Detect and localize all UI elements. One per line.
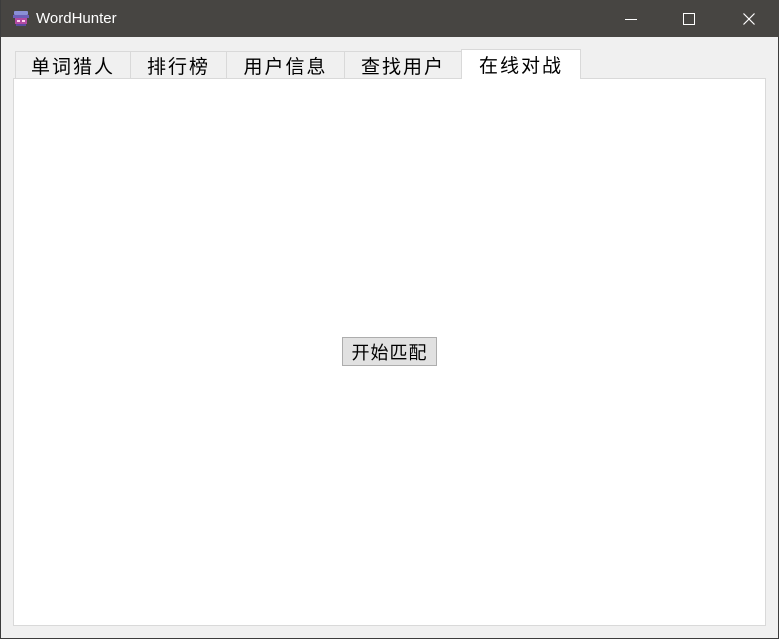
maximize-button[interactable] — [660, 0, 718, 37]
tab-user-info[interactable]: 用户信息 — [226, 51, 345, 78]
tab-online-battle[interactable]: 在线对战 — [461, 49, 581, 79]
tab-label: 查找用户 — [360, 55, 445, 78]
online-battle-panel: 开始匹配 — [13, 78, 766, 626]
tab-word-hunter[interactable]: 单词猎人 — [15, 51, 131, 78]
tab-label: 单词猎人 — [30, 55, 115, 78]
tab-label: 用户信息 — [243, 55, 328, 78]
tab-label: 在线对战 — [478, 55, 563, 77]
minimize-icon — [625, 13, 637, 25]
app-window: WordHunter 单词猎人 排行榜 用户信息 查找用户 在线对战 开始匹配 — [0, 0, 779, 639]
start-match-button[interactable]: 开始匹配 — [342, 337, 437, 366]
title-bar[interactable]: WordHunter — [1, 0, 779, 37]
minimize-button[interactable] — [602, 0, 660, 37]
maximize-icon — [683, 12, 695, 25]
close-icon — [743, 12, 755, 25]
window-title: WordHunter — [36, 10, 117, 27]
close-button[interactable] — [720, 0, 778, 37]
tab-leaderboard[interactable]: 排行榜 — [130, 51, 227, 78]
wordhunter-app-icon — [12, 10, 30, 27]
tab-find-user[interactable]: 查找用户 — [344, 51, 462, 78]
tab-label: 排行榜 — [146, 55, 210, 78]
